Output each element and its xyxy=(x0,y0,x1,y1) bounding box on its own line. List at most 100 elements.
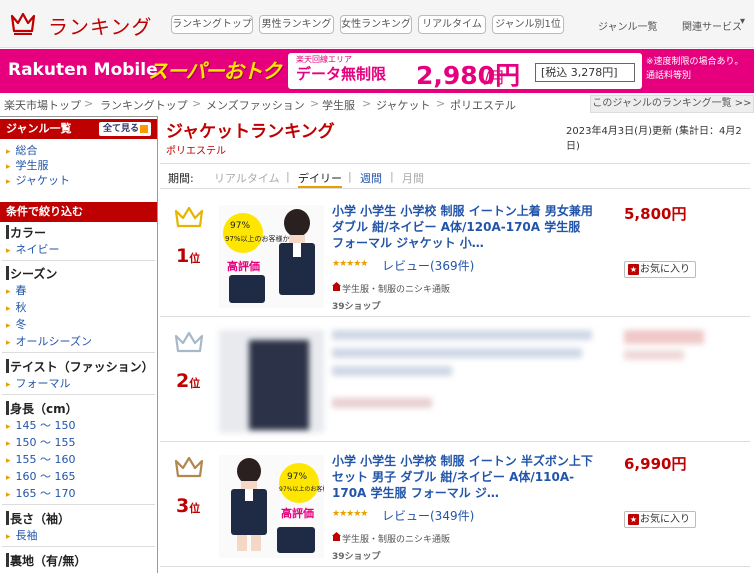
filter-item[interactable]: 春 xyxy=(6,282,27,298)
promo-box: 楽天回線エリア データ無制限 2,980円 /月 [税込 3,278円] xyxy=(288,53,642,90)
blurred-photo xyxy=(249,340,309,430)
filter-item[interactable]: オールシーズン xyxy=(6,333,92,349)
show-all-button[interactable]: 全て見る xyxy=(99,122,151,136)
crown-icon xyxy=(174,206,204,228)
rank-number: 1位 xyxy=(176,245,200,267)
product-image[interactable]: 97% 97%以上のお客様から 高評価 xyxy=(219,205,324,308)
price: 6,990円 xyxy=(624,455,687,473)
favorite-button[interactable]: ★ お気に入り xyxy=(624,261,696,278)
divider xyxy=(2,546,155,547)
section-marker xyxy=(6,359,9,373)
updated-date: 2023年4月3日(月)更新 (集計日：4月2日) xyxy=(566,126,742,152)
breadcrumb-separator: > xyxy=(362,97,372,110)
breadcrumb-separator: > xyxy=(436,97,446,110)
shop-icon xyxy=(332,282,341,291)
blurred-title xyxy=(332,330,592,340)
shop-39-badge: 39ショップ xyxy=(332,552,381,562)
nav-genre-first[interactable]: ジャンル別1位 xyxy=(492,15,564,34)
favorite-label: お気に入り xyxy=(640,514,690,525)
genre-item[interactable]: 学生服 xyxy=(6,157,49,173)
page-title: ジャケットランキング xyxy=(166,122,335,142)
genre-ranking-list-link[interactable]: このジャンルのランキング一覧 >> xyxy=(590,95,754,113)
period-separator: | xyxy=(390,170,394,183)
sidebar: ジャンル一覧 全て見る 総合 学生服 ジャケット 条件で絞り込む カラー ネイビ… xyxy=(0,116,158,573)
breadcrumb-item[interactable]: ランキングトップ xyxy=(100,97,188,113)
period-monthly[interactable]: 月間 xyxy=(402,170,424,186)
divider xyxy=(2,260,155,261)
chevron-down-icon: ▾ xyxy=(740,16,746,27)
rank-number: 2位 xyxy=(176,370,200,392)
image-badge: 97%以上のお客様から xyxy=(279,485,324,493)
banner-headline: スーパーおトク xyxy=(148,59,282,83)
filter-item[interactable]: 145 ～ 150 xyxy=(6,417,76,433)
breadcrumb-separator: > xyxy=(310,97,320,110)
promo-banner[interactable]: Rakuten Mobile スーパーおトク 楽天回線エリア データ無制限 2,… xyxy=(0,49,754,93)
filter-item[interactable]: 長袖 xyxy=(6,527,38,543)
breadcrumb-item[interactable]: 学生服 xyxy=(322,97,355,113)
genre-list-header-label: ジャンル一覧 xyxy=(6,122,72,135)
rank-value: 2 xyxy=(176,370,190,392)
breadcrumb-separator: > xyxy=(192,97,202,110)
product-photo: 97% 97%以上のお客様から 高評価 xyxy=(219,455,340,558)
crown-icon[interactable] xyxy=(10,10,36,36)
rating-stars: ★★★★★ xyxy=(332,259,368,269)
period-weekly[interactable]: 週間 xyxy=(360,170,382,186)
section-marker xyxy=(6,225,9,239)
period-realtime[interactable]: リアルタイム xyxy=(214,170,280,186)
favorite-label: お気に入り xyxy=(640,264,690,275)
filter-title-season: シーズン xyxy=(10,267,58,281)
product-image[interactable] xyxy=(219,330,324,433)
period-daily[interactable]: デイリー xyxy=(298,170,342,188)
shop-name-link[interactable]: 学生服・制服のニシキ通販 xyxy=(342,532,450,545)
promo-note-line2: 通話料等別 xyxy=(646,71,692,81)
product-title-link[interactable]: 小学 小学生 小学校 制服 イートン 半ズボン上下セット 男子 ダブル 紺/ネイ… xyxy=(332,453,596,501)
filter-item[interactable]: 165 ～ 170 xyxy=(6,485,76,501)
rating-stars: ★★★★★ xyxy=(332,509,368,519)
shop-name-link[interactable]: 学生服・制服のニシキ通販 xyxy=(342,282,450,295)
breadcrumb-item[interactable]: ジャケット xyxy=(376,97,430,113)
price: 5,800円 xyxy=(624,205,687,223)
favorite-button[interactable]: ★ お気に入り xyxy=(624,511,696,528)
genre-item[interactable]: ジャケット xyxy=(6,172,70,188)
shop-icon xyxy=(332,532,341,541)
show-all-label: 全て見る xyxy=(103,124,140,134)
filter-item[interactable]: 160 ～ 165 xyxy=(6,468,76,484)
ranking-item: 2位 xyxy=(160,318,750,442)
filter-title-sleeve: 長さ（袖） xyxy=(10,512,71,526)
link-genre-list[interactable]: ジャンル一覧 xyxy=(598,18,658,33)
blurred-price xyxy=(624,350,684,360)
svg-text:97%: 97% xyxy=(287,472,307,482)
product-photo: 97% 97%以上のお客様から 高評価 xyxy=(219,205,324,308)
breadcrumb: 楽天市場トップ > ランキングトップ > メンズファッション > 学生服 > ジ… xyxy=(0,95,754,114)
site-title[interactable]: ランキング xyxy=(48,11,152,40)
page-subtitle: ポリエステル xyxy=(166,146,226,157)
divider xyxy=(2,504,155,505)
divider xyxy=(2,394,155,395)
rank-value: 3 xyxy=(176,495,190,517)
arrow-icon xyxy=(140,125,148,133)
rakuten-mobile-logo: Rakuten Mobile xyxy=(8,60,158,80)
filter-title-color: カラー xyxy=(10,226,47,240)
filter-item[interactable]: ネイビー xyxy=(6,241,60,257)
nav-female-ranking[interactable]: 女性ランキング xyxy=(340,15,412,34)
review-link[interactable]: レビュー(369件) xyxy=(382,257,474,274)
filter-item[interactable]: 秋 xyxy=(6,299,27,315)
nav-male-ranking[interactable]: 男性ランキング xyxy=(259,15,334,34)
filter-item[interactable]: 冬 xyxy=(6,316,27,332)
filter-item[interactable]: 155 ～ 160 xyxy=(6,451,76,467)
review-link[interactable]: レビュー(349件) xyxy=(382,507,474,524)
nav-realtime[interactable]: リアルタイム xyxy=(418,15,486,34)
product-image[interactable]: 97% 97%以上のお客様から 高評価 xyxy=(219,455,340,558)
genre-item[interactable]: 総合 xyxy=(6,142,38,158)
product-title-link[interactable]: 小学 小学生 小学校 制服 イートン上着 男女兼用 ダブル 紺/ネイビー A体/… xyxy=(332,203,596,251)
section-marker xyxy=(6,511,9,525)
breadcrumb-item[interactable]: メンズファッション xyxy=(206,97,305,113)
filter-item[interactable]: フォーマル xyxy=(6,375,71,391)
breadcrumb-item[interactable]: 楽天市場トップ xyxy=(4,97,81,113)
image-badge2: 高評価 xyxy=(227,259,260,273)
filter-item[interactable]: 150 ～ 155 xyxy=(6,434,76,450)
link-related-services[interactable]: 関連サービス xyxy=(682,18,742,33)
blurred-price xyxy=(624,330,704,344)
rank-suffix: 位 xyxy=(189,377,201,390)
nav-ranking-top[interactable]: ランキングトップ xyxy=(171,15,253,34)
